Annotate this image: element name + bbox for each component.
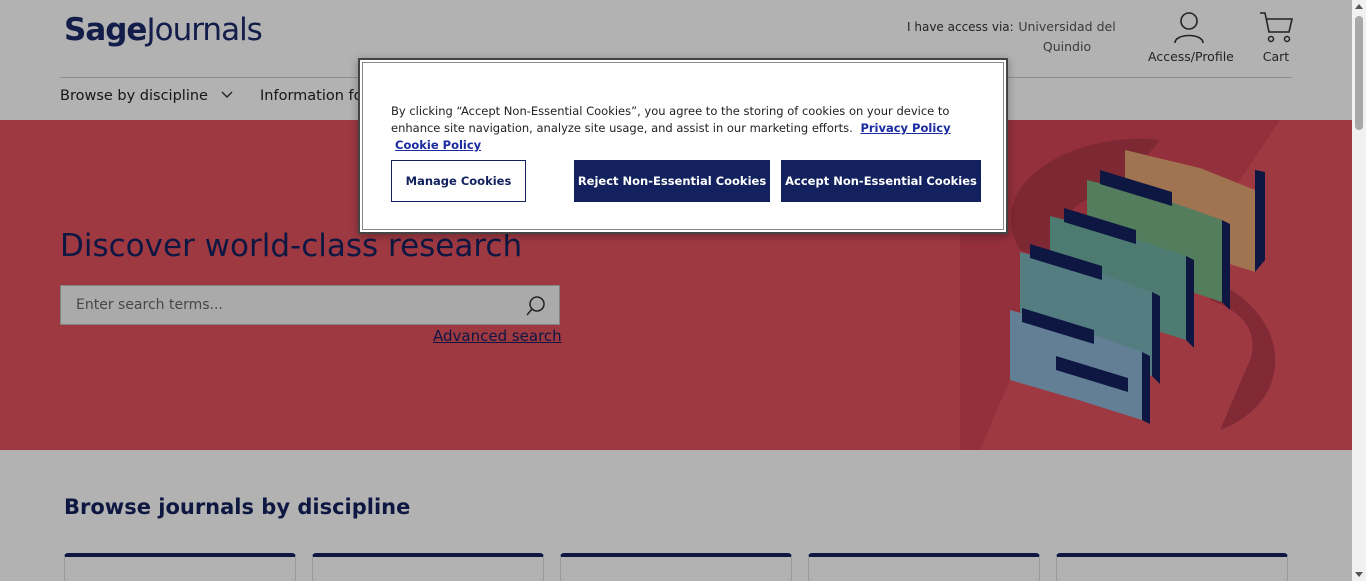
scroll-thumb[interactable] (1355, 16, 1363, 130)
accept-cookies-button[interactable]: Accept Non-Essential Cookies (781, 160, 981, 202)
page-scrollbar[interactable] (1352, 0, 1366, 581)
cookie-consent-text: By clicking “Accept Non-Essential Cookie… (391, 104, 951, 152)
cookie-consent-dialog: By clicking “Accept Non-Essential Cookie… (358, 58, 1008, 234)
cookie-dialog-frame: By clicking “Accept Non-Essential Cookie… (362, 62, 1004, 230)
scroll-down-arrow-icon[interactable] (1355, 572, 1363, 577)
scroll-up-arrow-icon[interactable] (1355, 4, 1363, 9)
manage-cookies-button[interactable]: Manage Cookies (391, 160, 526, 202)
privacy-policy-link[interactable]: Privacy Policy (860, 121, 950, 135)
cookie-policy-link[interactable]: Cookie Policy (395, 138, 481, 152)
reject-cookies-button[interactable]: Reject Non-Essential Cookies (574, 160, 770, 202)
